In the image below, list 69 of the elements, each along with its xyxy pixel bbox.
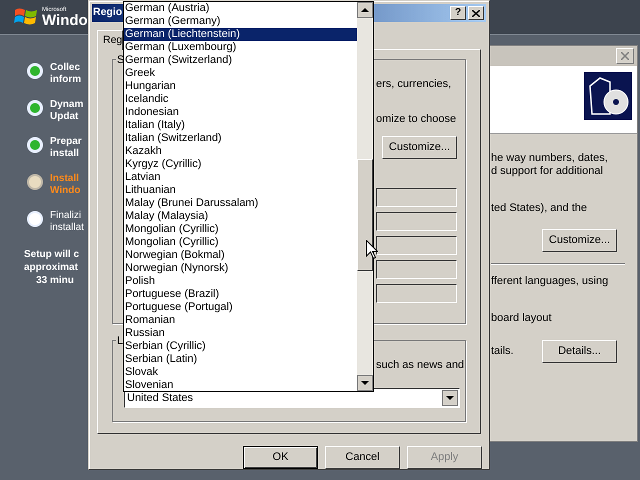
mouse-cursor-icon <box>366 240 378 259</box>
dropdown-item[interactable]: Slovak <box>124 366 357 379</box>
dropdown-item[interactable]: Serbian (Cyrillic) <box>124 340 357 353</box>
dialog-button[interactable]: OK <box>243 446 318 469</box>
dropdown-item[interactable]: German (Germany) <box>124 15 357 28</box>
customize-button[interactable]: Customize... <box>542 229 617 252</box>
close-icon <box>621 52 629 60</box>
tab[interactable]: Reg <box>97 30 123 50</box>
description-text: such as news and <box>376 359 465 372</box>
dropdown-item[interactable]: Portuguese (Brazil) <box>124 288 357 301</box>
dropdown-item[interactable]: Mongolian (Cyrillic) <box>124 223 357 236</box>
step-label: Dynam <box>50 99 84 111</box>
combo-value: United States <box>126 390 194 406</box>
dropdown-item[interactable]: Greek <box>124 67 357 80</box>
dropdown-item[interactable]: Malay (Malaysia) <box>124 210 357 223</box>
dropdown-item[interactable]: Italian (Italy) <box>124 119 357 132</box>
step-label: Finalizi <box>50 210 82 222</box>
close-icon <box>472 10 480 16</box>
logo-text: Windo <box>42 12 88 28</box>
description-text: ers, currencies, <box>376 78 452 91</box>
dropdown-item[interactable]: Russian <box>124 327 357 340</box>
step-label: Updat <box>50 111 80 123</box>
description-text: he way numbers, dates, <box>491 152 609 165</box>
dropdown-item[interactable]: Norwegian (Nynorsk) <box>124 262 357 275</box>
setup-time-text: 33 minu <box>36 274 74 287</box>
scrollbar[interactable] <box>357 2 373 391</box>
step-label: install <box>50 148 80 160</box>
dropdown-item[interactable]: German (Austria) <box>124 2 357 15</box>
step-label: installat <box>50 222 84 234</box>
dropdown-item[interactable]: Malay (Brunei Darussalam) <box>124 197 357 210</box>
dialog-title: Regio <box>92 5 122 20</box>
dropdown-item[interactable]: Romanian <box>124 314 357 327</box>
dropdown-item[interactable]: Hungarian <box>124 80 357 93</box>
dropdown-item[interactable]: Latvian <box>124 171 357 184</box>
dropdown-item[interactable]: Serbian (Latin) <box>124 353 357 366</box>
details-button[interactable]: Details... <box>542 340 617 363</box>
step-label: Collec <box>50 62 82 74</box>
close-button[interactable] <box>468 6 484 20</box>
scroll-thumb[interactable] <box>357 159 373 271</box>
description-text: d support for additional <box>491 165 604 178</box>
dropdown-item[interactable]: Icelandic <box>124 93 357 106</box>
step-label: Prepar <box>50 136 82 148</box>
dropdown-item[interactable]: Polish <box>124 275 357 288</box>
description-text: tails. <box>491 345 514 358</box>
step-label: Windo <box>50 185 80 197</box>
dropdown-item[interactable]: Lithuanian <box>124 184 357 197</box>
dropdown-item[interactable]: Portuguese (Portugal) <box>124 301 357 314</box>
language-dropdown-list[interactable] <box>123 1 374 392</box>
step-label: inform <box>50 74 82 86</box>
dropdown-item[interactable]: Italian (Switzerland) <box>124 132 357 145</box>
dropdown-item[interactable]: Kyrgyz (Cyrillic) <box>124 158 357 171</box>
setup-time-text: approximat <box>24 261 78 274</box>
dropdown-item[interactable]: Indonesian <box>124 106 357 119</box>
dropdown-item[interactable]: German (Luxembourg) <box>124 41 357 54</box>
description-text: omize to choose <box>376 113 458 126</box>
dropdown-item[interactable]: Norwegian (Bokmal) <box>124 249 357 262</box>
description-text: ted States), and the <box>491 202 588 215</box>
help-button[interactable]: ? <box>450 6 466 20</box>
dropdown-item[interactable]: Kazakh <box>124 145 357 158</box>
step-label: Install <box>50 173 80 185</box>
software-box-cd-icon <box>584 72 632 120</box>
description-text: fferent languages, using <box>491 275 610 288</box>
dialog-button[interactable]: Cancel <box>325 446 400 469</box>
dropdown-item[interactable]: German (Liechtenstein) <box>124 28 357 41</box>
customize-button[interactable]: Customize... <box>382 136 457 159</box>
dropdown-item[interactable]: German (Switzerland) <box>124 54 357 67</box>
setup-time-text: Setup will c <box>24 248 80 261</box>
description-text: board layout <box>491 312 553 325</box>
dropdown-item[interactable]: Mongolian (Cyrillic) <box>124 236 357 249</box>
